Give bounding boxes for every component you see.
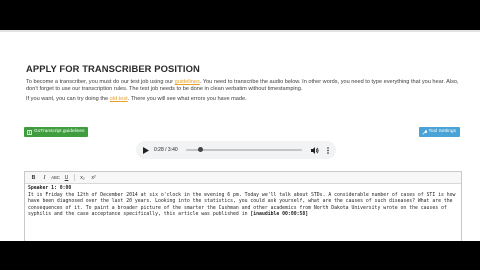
top-divider — [0, 30, 480, 32]
inaudible-tag: [inaudible 00:00:58] — [250, 212, 309, 218]
try-text-end: . There you will see what errors you hav… — [127, 96, 247, 102]
guidelines-button[interactable]: GoTranscript guidelines — [24, 127, 89, 137]
playback-time: 0:28 / 3:40 — [154, 147, 178, 153]
italic-button[interactable]: I — [39, 173, 50, 182]
transcript-text-area[interactable]: Speaker 1: 0:00 It is Friday the 12th of… — [25, 184, 461, 219]
subscript-button[interactable]: x₂ — [77, 173, 88, 182]
page-title: APPLY FOR TRANSCRIBER POSITION — [26, 63, 200, 74]
superscript-button[interactable]: x² — [88, 173, 99, 182]
volume-icon — [311, 146, 319, 154]
underline-button[interactable]: U — [61, 173, 72, 182]
uppercase-button[interactable]: ABC — [50, 173, 61, 182]
try-text-start: If you want, you can try doing the — [26, 96, 110, 102]
transcript-paragraph: It is Friday the 12th of December 2014 a… — [28, 193, 458, 219]
play-icon — [143, 146, 149, 154]
editor-toolbar: B I ABC U x₂ x² — [25, 172, 461, 184]
guidelines-link[interactable]: guidelines — [175, 79, 200, 85]
transcript-editor: B I ABC U x₂ x² Speaker 1: 0:00 It is Fr… — [24, 171, 462, 241]
speaker-label: Speaker 1: 0:00 — [28, 186, 72, 191]
page: APPLY FOR TRANSCRIBER POSITION To become… — [0, 30, 480, 241]
bold-button[interactable]: B — [28, 173, 39, 182]
seek-bar[interactable] — [185, 147, 302, 152]
old-test-link[interactable]: old test — [110, 96, 128, 102]
intro-paragraph: To become a transcriber, you must do our… — [26, 79, 462, 93]
intro-text-start: To become a transcriber, you must do our… — [26, 79, 175, 85]
book-icon — [27, 129, 32, 135]
seek-handle[interactable] — [198, 147, 204, 152]
tool-settings-button[interactable]: Tool Settings — [418, 127, 460, 137]
guidelines-button-label: GoTranscript guidelines — [34, 129, 85, 134]
volume-button[interactable] — [310, 144, 320, 156]
play-button[interactable] — [140, 144, 152, 156]
wrench-icon — [422, 129, 427, 135]
more-options-button[interactable] — [323, 144, 333, 156]
tool-settings-label: Tool Settings — [428, 129, 456, 134]
transcript-text: It is Friday the 12th of December 2014 a… — [28, 192, 456, 218]
audio-player: 0:28 / 3:40 — [136, 141, 336, 159]
old-test-paragraph: If you want, you can try doing the old t… — [26, 96, 462, 103]
more-vertical-icon — [327, 146, 329, 154]
toolbar-divider — [74, 174, 75, 181]
